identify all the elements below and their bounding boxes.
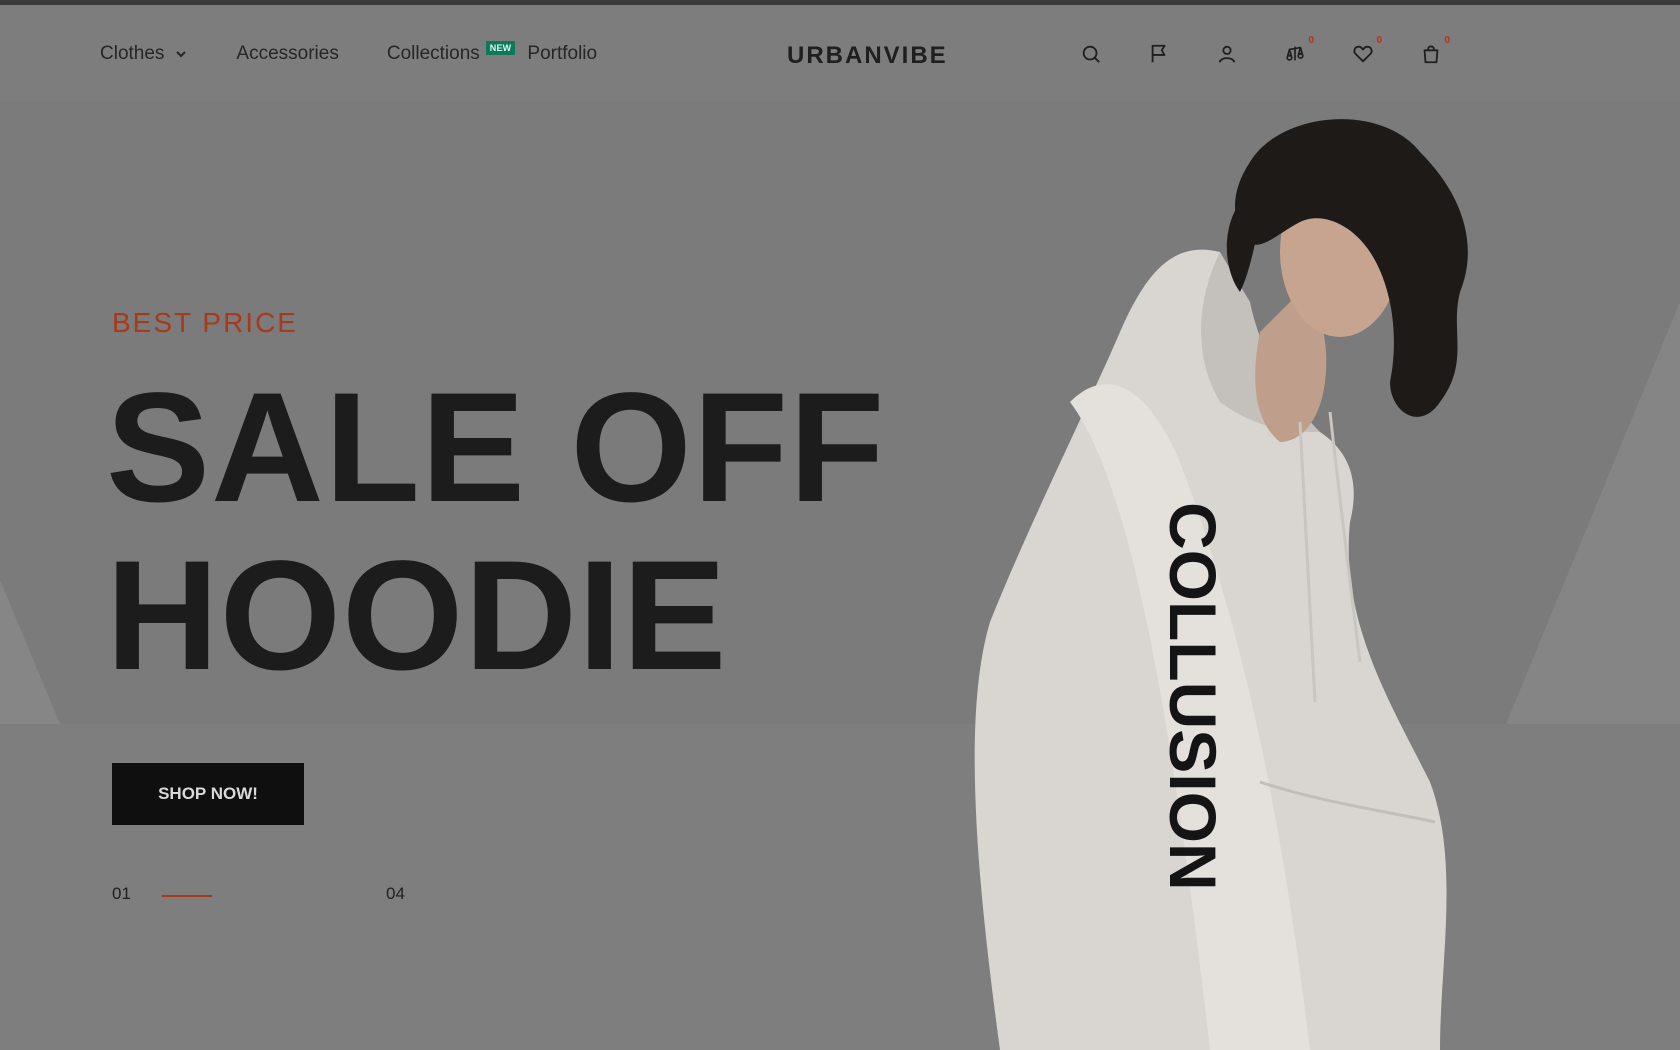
language-button[interactable] <box>1144 39 1174 69</box>
wishlist-count: 0 <box>1376 34 1382 46</box>
site-header: Clothes Accessories Collections NEW Port… <box>0 5 1680 102</box>
search-icon <box>1082 45 1100 63</box>
slide-progress-track <box>162 895 362 897</box>
wishlist-button[interactable]: 0 <box>1348 35 1382 69</box>
nav-accessories-label: Accessories <box>236 42 339 64</box>
header-icons: 0 0 0 <box>1076 5 1450 102</box>
account-button[interactable] <box>1212 39 1242 69</box>
nav-portfolio[interactable]: Portfolio <box>527 43 597 65</box>
hero-headline: SALE OFF HOODIE <box>106 364 885 700</box>
nav-clothes[interactable]: Clothes <box>100 43 188 65</box>
nav-collections[interactable]: Collections NEW <box>386 40 516 65</box>
search-button[interactable] <box>1076 39 1106 69</box>
compare-count: 0 <box>1308 34 1314 46</box>
cart-count: 0 <box>1444 34 1450 46</box>
hero-decor-shape-left <box>0 580 60 724</box>
cart-button[interactable]: 0 <box>1416 35 1450 69</box>
hero-headline-line2: HOODIE <box>106 529 728 703</box>
shopping-bag-icon <box>1423 45 1439 63</box>
main-nav: Clothes Accessories Collections NEW Port… <box>100 5 597 102</box>
slide-pager: 01 04 <box>112 884 412 908</box>
user-icon <box>1218 45 1236 63</box>
compare-button[interactable]: 0 <box>1280 35 1314 69</box>
sleeve-print-text: COLLUSION <box>1156 502 1230 891</box>
flag-icon <box>1151 44 1166 62</box>
chevron-down-icon <box>176 50 187 57</box>
nav-accessories[interactable]: Accessories <box>236 43 338 65</box>
nav-clothes-label: Clothes <box>100 42 165 64</box>
hero-kicker: BEST PRICE <box>112 307 298 338</box>
slide-progress-fill <box>162 895 212 897</box>
slide-current: 01 <box>112 884 131 903</box>
hero-model-image: COLLUSION <box>974 119 1468 1050</box>
heart-icon <box>1353 45 1373 62</box>
shop-now-button[interactable]: SHOP NOW! <box>112 763 304 825</box>
hero-headline-line1: SALE OFF <box>106 361 886 535</box>
site-logo[interactable]: URBANVIBE <box>787 42 948 70</box>
nav-portfolio-label: Portfolio <box>527 42 598 64</box>
slide-total: 04 <box>386 884 405 903</box>
hero-slider: COLLUSION BEST PRICE SALE OFF HOODIE SHO… <box>0 102 1680 1050</box>
new-badge: NEW <box>485 40 516 55</box>
nav-collections-label: Collections <box>386 42 480 64</box>
scale-icon <box>1286 46 1304 61</box>
